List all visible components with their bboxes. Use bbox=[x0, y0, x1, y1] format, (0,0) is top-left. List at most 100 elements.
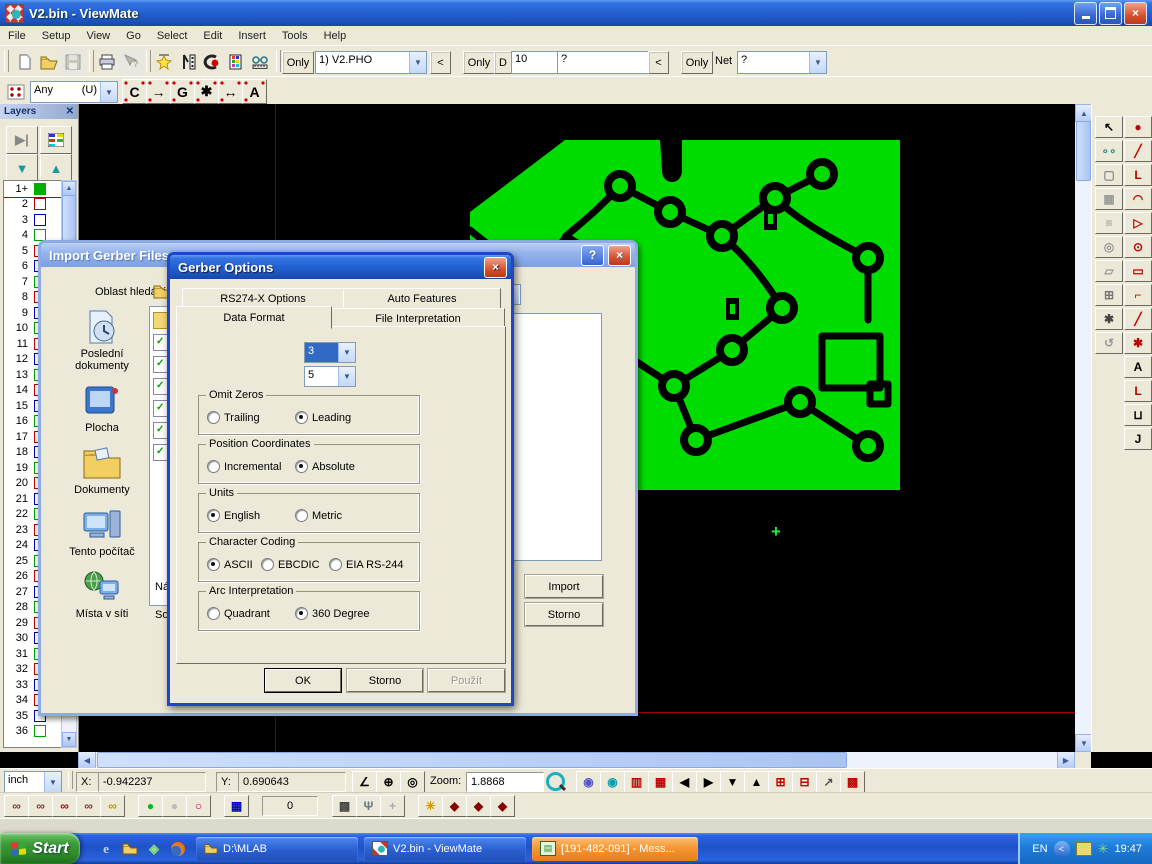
quicklaunch-app-icon[interactable]: ◈ bbox=[145, 840, 163, 858]
move-anchor-button[interactable]: + bbox=[380, 795, 405, 817]
canvas-vertical-scrollbar[interactable]: ▲ ▼ bbox=[1075, 104, 1091, 752]
tray-clipboard-icon[interactable] bbox=[1076, 842, 1092, 856]
add-text-tool[interactable]: A bbox=[1124, 356, 1152, 378]
radio-icon[interactable] bbox=[207, 411, 220, 424]
radio-icon[interactable] bbox=[207, 509, 220, 522]
menu-go[interactable]: Go bbox=[118, 28, 149, 44]
gerber-file-icon[interactable] bbox=[153, 444, 168, 461]
radio-icon[interactable] bbox=[295, 411, 308, 424]
view-lines-glasses-button[interactable]: ∞ bbox=[28, 795, 53, 817]
menu-setup[interactable]: Setup bbox=[34, 28, 79, 44]
dot-grid-button[interactable]: ▩ bbox=[332, 795, 357, 817]
selected-files-listbox[interactable] bbox=[513, 313, 602, 561]
highlight-off-bulb[interactable]: ● bbox=[162, 795, 187, 817]
menu-tools[interactable]: Tools bbox=[274, 28, 316, 44]
radio-icon[interactable] bbox=[207, 558, 220, 571]
canvas-horizontal-scrollbar[interactable]: ◀ ▶ bbox=[78, 752, 1075, 768]
net-combobox[interactable]: ? ▼ bbox=[737, 51, 827, 74]
select-area-button[interactable]: ▩ bbox=[840, 771, 865, 793]
chevron-down-icon[interactable]: ▼ bbox=[338, 343, 355, 362]
ok-button[interactable]: OK bbox=[265, 669, 341, 692]
layer-insert-button[interactable]: ▶| bbox=[6, 126, 38, 154]
layer-row[interactable]: 3 bbox=[4, 212, 62, 228]
dcode-toggle-button[interactable]: D bbox=[494, 51, 512, 74]
select-trace-button[interactable]: → bbox=[146, 79, 171, 104]
grid-snap-button[interactable]: ⊞ bbox=[768, 771, 793, 793]
layers-close-icon[interactable]: ✕ bbox=[62, 106, 78, 117]
layer-row[interactable]: 2 bbox=[4, 197, 62, 213]
context-help-button[interactable]: ? bbox=[118, 49, 144, 75]
outline-tool[interactable]: ⊔ bbox=[1124, 404, 1152, 426]
menu-edit[interactable]: Edit bbox=[195, 28, 230, 44]
pan-up-button[interactable]: ▲ bbox=[744, 771, 769, 793]
select-group-button[interactable]: G bbox=[170, 79, 195, 104]
chevron-down-icon[interactable]: ▼ bbox=[100, 82, 117, 102]
radio-eia-rs244[interactable]: EIA RS-244 bbox=[329, 558, 403, 571]
pan-right-button[interactable]: ▶ bbox=[696, 771, 721, 793]
radio-ebcdic[interactable]: EBCDIC bbox=[261, 558, 320, 571]
new-file-button[interactable] bbox=[12, 49, 38, 75]
jlead-tool[interactable]: J bbox=[1124, 428, 1152, 450]
gerber-file-icon[interactable] bbox=[153, 334, 168, 351]
view-pads-glasses-button[interactable]: ∞ bbox=[52, 795, 77, 817]
grid-edit-button[interactable]: ⊟ bbox=[792, 771, 817, 793]
aperture-tool-button[interactable] bbox=[175, 49, 201, 75]
minimize-button[interactable] bbox=[1074, 2, 1097, 25]
dialog-close-button[interactable]: × bbox=[608, 245, 631, 266]
place-recent-documents[interactable]: Poslední dokumenty bbox=[59, 309, 145, 372]
radio-360-degree[interactable]: 360 Degree bbox=[295, 607, 370, 620]
zoom-magnifier-icon[interactable] bbox=[544, 771, 567, 791]
close-button[interactable]: × bbox=[1124, 2, 1147, 25]
dimension-tool[interactable]: L bbox=[1124, 380, 1152, 402]
taskbar-task-viewmate[interactable]: V2.bin - ViewMate bbox=[364, 837, 526, 861]
tray-app-icon[interactable]: ✳ bbox=[1098, 841, 1109, 857]
apply-button[interactable]: Použít bbox=[428, 669, 505, 692]
fill-tool[interactable]: ▦ bbox=[1095, 188, 1123, 210]
taskbar-task-mlab[interactable]: D:\MLAB bbox=[196, 837, 358, 861]
tray-collapse-icon[interactable]: < bbox=[1054, 841, 1070, 857]
layer-color-swatch[interactable] bbox=[34, 725, 46, 737]
print-button[interactable] bbox=[94, 49, 120, 75]
toolbar-grip[interactable] bbox=[4, 50, 9, 72]
gerber-file-icon[interactable] bbox=[153, 400, 168, 417]
scroll-thumb[interactable] bbox=[97, 752, 847, 768]
measure-button[interactable]: ↗ bbox=[816, 771, 841, 793]
chevron-down-icon[interactable]: ▼ bbox=[809, 52, 826, 73]
add-star-tool[interactable]: ✱ bbox=[1124, 332, 1152, 354]
view-highlight-glasses-button[interactable]: ∞ bbox=[100, 795, 125, 817]
view-balls-tool[interactable]: ∘∘ bbox=[1095, 140, 1123, 162]
import-button[interactable]: Import bbox=[525, 575, 603, 598]
pad-mode-2-button[interactable]: ◆ bbox=[466, 795, 491, 817]
add-slash-tool[interactable]: ╱ bbox=[1124, 308, 1152, 330]
grid-style-button[interactable]: ▥ bbox=[624, 771, 649, 793]
select-component-button[interactable]: C bbox=[122, 79, 147, 104]
radio-ascii[interactable]: ASCII bbox=[207, 558, 253, 571]
radio-icon[interactable] bbox=[295, 460, 308, 473]
marquee-tool[interactable]: ▢ bbox=[1095, 164, 1123, 186]
dialog-close-button[interactable]: × bbox=[484, 257, 507, 278]
tab-data-format[interactable]: Data Format bbox=[176, 306, 332, 329]
zoom-window-button[interactable]: ◉ bbox=[576, 771, 601, 793]
select-flash-button[interactable]: ✱ bbox=[194, 79, 219, 104]
right-of-decimal-combobox[interactable]: 5 ▼ bbox=[304, 366, 356, 387]
gerber-file-icon[interactable] bbox=[153, 422, 168, 439]
place-my-computer[interactable]: Tento počítač bbox=[59, 507, 145, 558]
highlight-flash-button[interactable] bbox=[151, 49, 177, 75]
start-button[interactable]: Start bbox=[0, 833, 80, 864]
add-corner2-tool[interactable]: ⌐ bbox=[1124, 284, 1152, 306]
gerber-file-icon[interactable] bbox=[153, 356, 168, 373]
dcode-circle-button[interactable] bbox=[199, 49, 225, 75]
only-dcode-button[interactable]: Only bbox=[463, 51, 495, 74]
scroll-right-icon[interactable]: ▶ bbox=[1057, 751, 1075, 769]
add-arc-tool[interactable]: ◠ bbox=[1124, 188, 1152, 210]
menu-view[interactable]: View bbox=[78, 28, 118, 44]
menu-select[interactable]: Select bbox=[149, 28, 196, 44]
pad-grid-tool[interactable]: ⊞ bbox=[1095, 284, 1123, 306]
radio-icon[interactable] bbox=[207, 607, 220, 620]
radio-english[interactable]: English bbox=[207, 509, 260, 522]
layer-color-swatch[interactable] bbox=[34, 214, 46, 226]
add-rect-pad-tool[interactable]: ▭ bbox=[1124, 260, 1152, 282]
layer-move-up-button[interactable]: ▲ bbox=[40, 154, 72, 182]
add-circle-pad-tool[interactable]: ⊙ bbox=[1124, 236, 1152, 258]
radio-leading[interactable]: Leading bbox=[295, 411, 351, 424]
